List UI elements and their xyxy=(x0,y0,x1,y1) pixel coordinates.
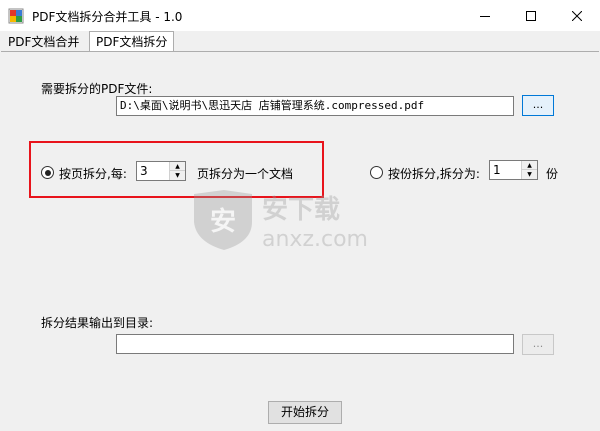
maximize-icon xyxy=(526,10,536,21)
window-title: PDF文档拆分合并工具 - 1.0 xyxy=(32,10,183,24)
watermark-logo: 安 安下载 anxz.com xyxy=(194,190,368,252)
browse-file-button[interactable]: ... xyxy=(522,95,554,116)
file-label: 需要拆分的PDF文件: xyxy=(41,82,153,96)
tab-pdf-merge[interactable]: PDF文档合并 xyxy=(2,33,85,51)
stepper-buttons: ▲ ▼ xyxy=(169,162,185,180)
split-by-page-radio[interactable] xyxy=(41,166,54,179)
count-value: 1 xyxy=(493,163,501,177)
radio-dot xyxy=(44,169,51,176)
app-icon xyxy=(8,8,24,24)
split-by-page-label: 按页拆分,每: xyxy=(59,167,127,181)
output-path-input[interactable] xyxy=(116,334,514,354)
split-by-count-label: 按份拆分,拆分为: xyxy=(388,167,480,181)
stepper-down-icon[interactable]: ▼ xyxy=(522,170,537,179)
stepper-up-icon[interactable]: ▲ xyxy=(522,161,537,170)
split-by-count-suffix: 份 xyxy=(546,167,559,181)
file-path-input[interactable]: D:\桌面\说明书\思迅天店 店铺管理系统.compressed.pdf xyxy=(116,96,514,116)
watermark-text: anxz.com xyxy=(262,227,368,252)
tab-pdf-split[interactable]: PDF文档拆分 xyxy=(89,31,175,51)
count-stepper[interactable]: 1 ▲ ▼ xyxy=(489,160,538,180)
close-icon xyxy=(572,10,582,21)
close-button[interactable] xyxy=(554,0,600,31)
maximize-button[interactable] xyxy=(508,0,554,31)
tab-strip: PDF文档合并 PDF文档拆分 xyxy=(0,31,600,52)
browse-output-button[interactable]: ... xyxy=(522,334,554,355)
output-label: 拆分结果输出到目录: xyxy=(41,316,154,330)
stepper-down-icon[interactable]: ▼ xyxy=(170,171,185,180)
split-by-page-suffix: 页拆分为一个文档 xyxy=(197,167,294,181)
svg-text:安下载: 安下载 xyxy=(262,195,340,225)
svg-text:安: 安 xyxy=(210,207,236,237)
split-by-count-radio[interactable] xyxy=(370,166,383,179)
stepper-up-icon[interactable]: ▲ xyxy=(170,162,185,171)
stepper-buttons: ▲ ▼ xyxy=(521,161,537,179)
title-bar: PDF文档拆分合并工具 - 1.0 xyxy=(0,0,600,31)
pages-per-doc-value: 3 xyxy=(140,164,148,178)
minimize-icon xyxy=(480,15,490,17)
start-split-button[interactable]: 开始拆分 xyxy=(268,401,342,424)
minimize-button[interactable] xyxy=(462,0,508,31)
pages-per-doc-stepper[interactable]: 3 ▲ ▼ xyxy=(136,161,186,181)
